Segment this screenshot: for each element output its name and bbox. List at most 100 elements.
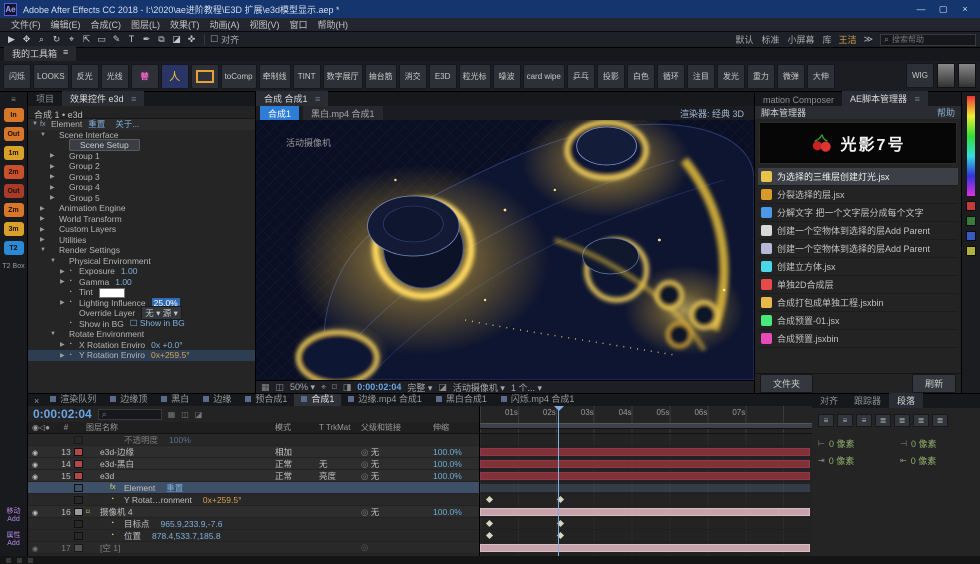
timeline-tab[interactable]: 黑白合成1 <box>429 394 494 406</box>
tool-icon[interactable]: ✒ <box>139 34 154 45</box>
timeline-row[interactable]: ◉ 15 e3d 正常 亮度 无 100.0% <box>28 470 479 482</box>
workspace-tab-user[interactable]: 王洁 <box>839 33 857 46</box>
grid-icon[interactable]: ▦ <box>261 382 270 393</box>
indent-field[interactable]: ⇤ 0 像素 <box>900 454 974 467</box>
stopwatch-icon[interactable]: ◔ <box>68 299 79 306</box>
justify-last-center-icon[interactable]: ≣ <box>894 414 910 427</box>
indent-field[interactable]: ⇥ 0 像素 <box>818 454 892 467</box>
timeline-tab[interactable]: 渲染队列 <box>43 394 103 406</box>
script-item[interactable]: 合成打包成单独工程.jsxbin <box>758 294 958 312</box>
tool-icon[interactable]: ⌕ <box>34 34 49 45</box>
toolbox-button[interactable]: 光线 <box>100 63 129 89</box>
zoom-select[interactable]: 50% ▾ <box>290 382 315 393</box>
toolbox-button[interactable]: TINT <box>292 63 321 89</box>
tool-icon[interactable]: ▶ <box>4 34 19 45</box>
strip-bottom-button[interactable]: 移动 Add <box>7 508 21 524</box>
channels-icon[interactable]: ◨ <box>343 382 352 393</box>
mask-visibility-icon[interactable]: ◫ <box>276 382 285 393</box>
twirl-icon[interactable]: ▶ <box>50 163 58 170</box>
composition-mini-flowchart-icon[interactable]: ▦ <box>168 410 176 419</box>
stopwatch-icon[interactable]: fx <box>110 484 121 491</box>
property-value[interactable]: 878.4,533.7,185.8 <box>152 531 221 541</box>
toolbox-button[interactable]: 投影 <box>596 63 625 89</box>
timeline-row[interactable]: 不透明度 100% <box>28 434 479 446</box>
layer-color-swatch[interactable] <box>74 519 83 528</box>
toolbox-button[interactable]: 抽台筋 <box>364 63 397 89</box>
stopwatch-icon[interactable]: ◔ <box>110 496 121 503</box>
twirl-icon[interactable]: ▶ <box>50 194 58 201</box>
stopwatch-icon[interactable]: ◔ <box>68 341 79 348</box>
dock-icon[interactable] <box>966 231 976 241</box>
menu-item[interactable]: 窗口 <box>285 18 313 31</box>
toolbox-button[interactable] <box>160 63 189 89</box>
timeline-row[interactable]: ◔ 位置 878.4,533.7,185.8 <box>28 530 479 542</box>
tab-project[interactable]: 项目 <box>28 91 62 106</box>
justify-last-left-icon[interactable]: ≣ <box>875 414 891 427</box>
minimize-button[interactable]: — <box>910 4 932 15</box>
stretch-value[interactable]: 100.0% <box>433 507 479 517</box>
keyframe-track[interactable] <box>480 494 812 505</box>
tool-icon[interactable]: ⌖ <box>64 34 79 45</box>
tab-animation-composer[interactable]: mation Composer <box>755 94 842 106</box>
stretch-value[interactable]: 100.0% <box>433 459 479 469</box>
strip-chip-button[interactable]: Out <box>3 127 24 141</box>
lane-row[interactable] <box>480 482 812 494</box>
twirl-icon[interactable]: ▶ <box>50 173 58 180</box>
strip-chip-button[interactable]: Out <box>3 184 24 198</box>
effect-row[interactable]: ◔ Show in BG ☐ Show in BG <box>28 318 255 330</box>
script-item[interactable]: 创建一个空物体到选择的层Add Parent <box>758 240 958 258</box>
property-value[interactable]: 0x+259.5° <box>203 495 242 505</box>
keyframe-track[interactable] <box>480 446 812 457</box>
layer-color-swatch[interactable] <box>74 447 83 456</box>
twirl-icon[interactable]: ▶ <box>40 215 48 222</box>
tab-script-manager[interactable]: AE脚本管理器 ≡ <box>842 91 928 106</box>
toolbox-tab[interactable]: 我的工具箱 ≡ <box>4 46 77 61</box>
parent-link[interactable] <box>361 542 433 553</box>
tool-icon[interactable]: T <box>124 34 139 45</box>
tool-icon[interactable]: ✥ <box>19 34 34 45</box>
property-value[interactable]: 重置 <box>166 482 183 494</box>
color-spectrum-strip[interactable] <box>967 96 975 196</box>
timeline-row[interactable]: fx Element 重置 <box>28 482 479 494</box>
close-button[interactable]: × <box>954 4 976 15</box>
stopwatch-icon[interactable]: ◔ <box>68 352 79 359</box>
timeline-lane-area[interactable]: 01s 02s 03s 04s 05s 06s 07s <box>480 406 812 556</box>
eye-toggle[interactable]: ◉ <box>32 450 38 457</box>
resolution-select[interactable]: 完整 ▾ <box>407 381 432 393</box>
eye-toggle[interactable]: ◉ <box>32 462 38 469</box>
effect-row[interactable]: ▶ Utilities <box>28 235 255 246</box>
lane-row[interactable] <box>480 530 812 542</box>
property-link[interactable]: 关于... <box>115 119 139 130</box>
tool-icon[interactable]: ▭ <box>94 34 109 45</box>
effect-row[interactable]: ◔ Tint <box>28 287 255 298</box>
property-value[interactable]: 965.9,233.9,-7.6 <box>161 519 223 529</box>
toolbox-button[interactable] <box>190 63 219 89</box>
property-value[interactable]: 100% <box>169 435 191 445</box>
timeline-tab[interactable]: 黑白 <box>154 394 196 406</box>
menu-item[interactable]: 动画(A) <box>205 18 245 31</box>
layer-color-swatch[interactable] <box>74 531 83 540</box>
strip-chip-button[interactable]: Zm <box>3 203 24 217</box>
timeline-row[interactable]: ◉ 14 e3d-黑白 正常 无 无 100.0% <box>28 458 479 470</box>
tool-icon[interactable]: ⧉ <box>154 34 169 45</box>
timeline-tab[interactable]: 边缘 <box>196 394 238 406</box>
workspace-tab[interactable]: 默认 <box>736 33 754 46</box>
menu-item[interactable]: 效果(T) <box>165 18 205 31</box>
align-right-icon[interactable]: ≡ <box>856 414 872 427</box>
lane-row[interactable] <box>480 494 812 506</box>
timeline-row[interactable]: ◉ 13 e3d-边缘 相加 无 100.0% <box>28 446 479 458</box>
toolbox-button[interactable]: 注目 <box>686 63 715 89</box>
effect-row[interactable]: ▶ Group 3 <box>28 172 255 183</box>
stretch-value[interactable]: 100.0% <box>433 471 479 481</box>
toolbox-button[interactable]: 大伸 <box>806 63 835 89</box>
layer-color-swatch[interactable] <box>74 459 83 468</box>
indent-field[interactable]: ⊢ 0 像素 <box>818 437 892 450</box>
current-timecode[interactable]: 0:00:02:04 <box>33 407 92 421</box>
script-item[interactable]: 合成预置-01.jsx <box>758 312 958 330</box>
keyframe-track[interactable] <box>480 518 812 529</box>
twirl-icon[interactable]: ▶ <box>50 152 58 159</box>
menu-item[interactable]: 图层(L) <box>126 18 165 31</box>
twirl-icon[interactable]: ▶ <box>60 299 68 306</box>
stopwatch-icon[interactable]: ◔ <box>68 289 79 296</box>
keyframe-track[interactable] <box>480 434 812 445</box>
